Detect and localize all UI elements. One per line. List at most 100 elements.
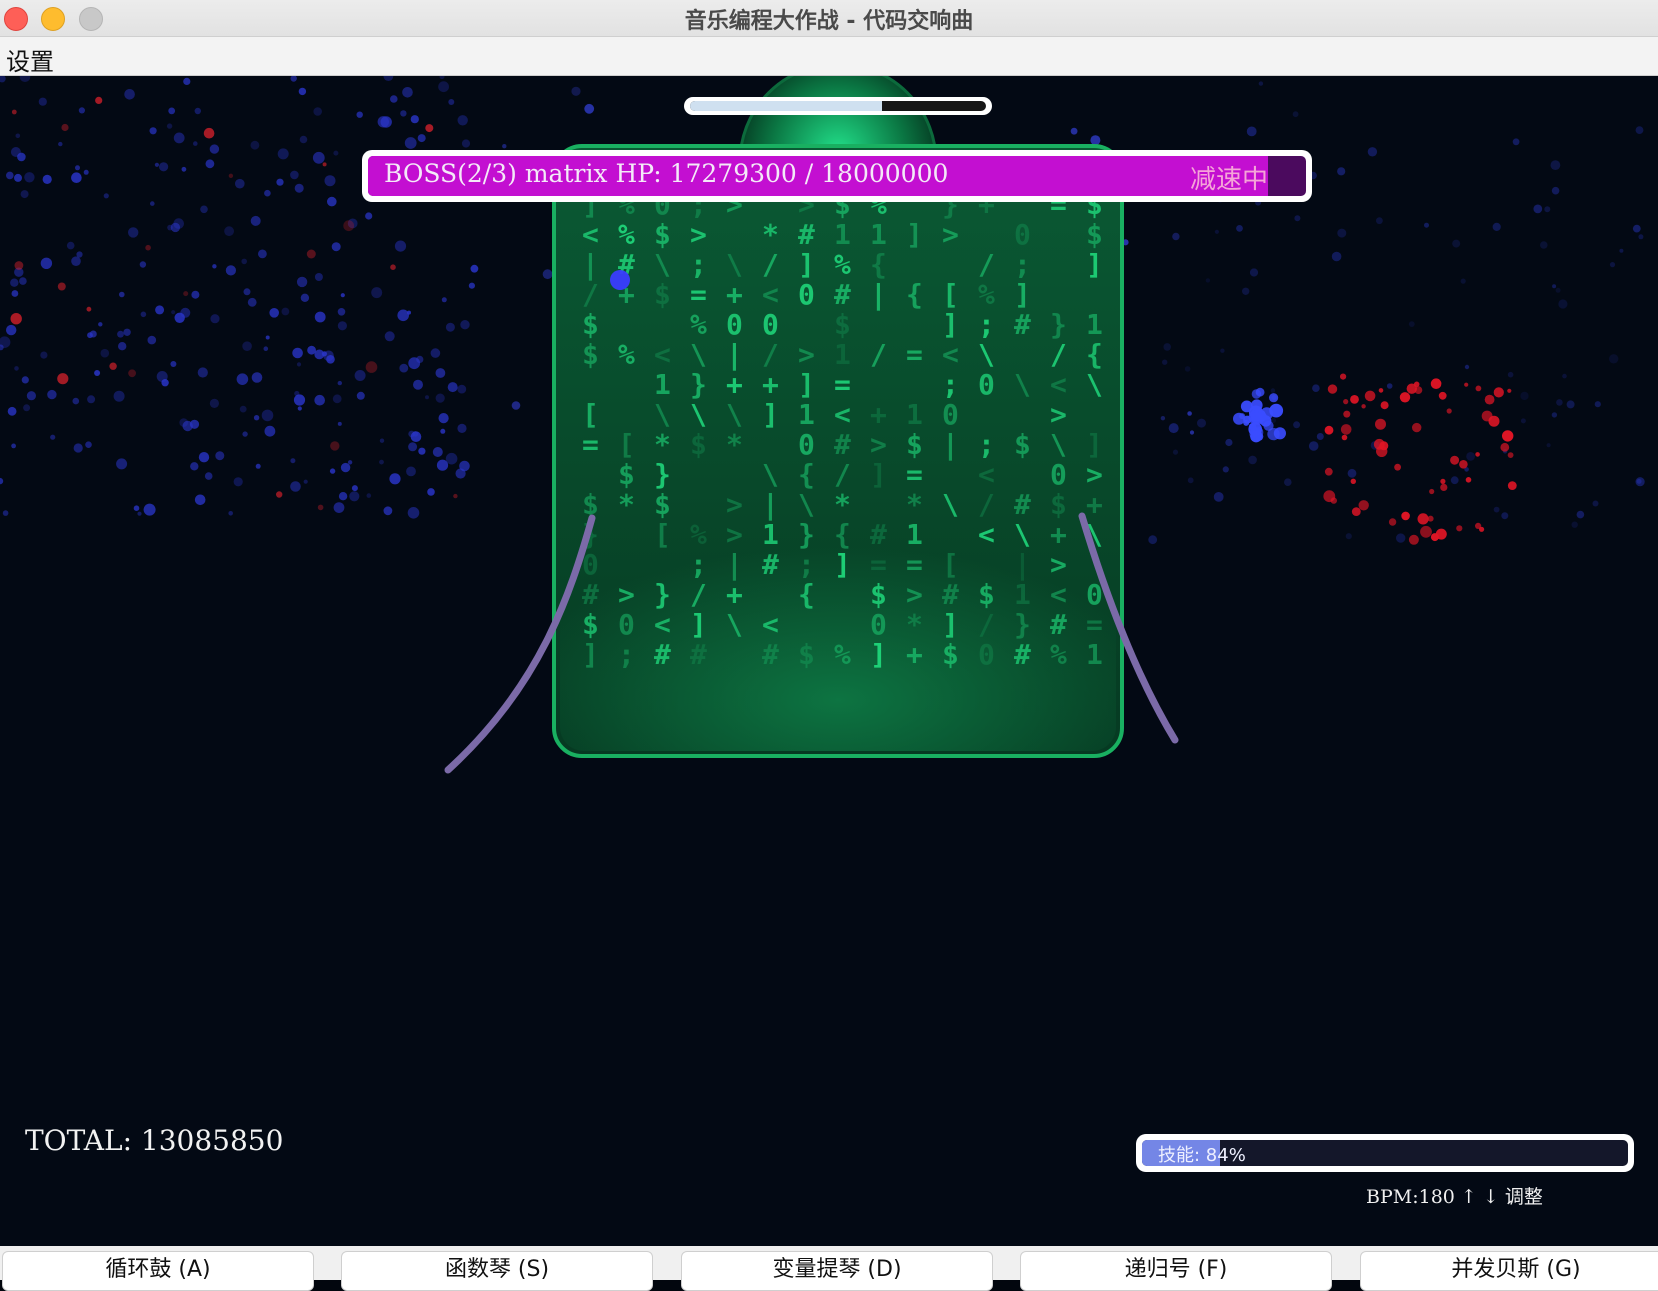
matrix-glyph: * (906, 488, 923, 521)
particle (1246, 126, 1257, 137)
game-stage[interactable]: ] < | / $ $[= $} 0 # $]%% # +%[$ * >0; 0 $ \ $ <1 \ *} $[} < #;… (0, 76, 1658, 1246)
matrix-glyph: 1 (906, 398, 923, 431)
particle (351, 485, 358, 492)
instrument-button-concurrent-bass[interactable]: 并发贝斯 (G) (1360, 1251, 1658, 1291)
particle (314, 394, 326, 406)
particle (470, 264, 479, 273)
particle (407, 507, 420, 519)
particle (1090, 135, 1101, 146)
particle (1213, 492, 1224, 502)
particle (1187, 411, 1192, 416)
particle (313, 107, 323, 116)
matrix-glyph: 0 (618, 608, 635, 641)
instrument-button-loop-drum[interactable]: 循环鼓 (A) (2, 1251, 314, 1291)
particle (155, 305, 165, 315)
particle (42, 174, 52, 184)
instrument-button-recursion-horn[interactable]: 递归号 (F) (1020, 1251, 1332, 1291)
particle (408, 442, 418, 452)
particle (390, 95, 398, 103)
particle (418, 447, 426, 455)
matrix-glyph: ] (942, 608, 959, 641)
particle (1347, 468, 1357, 478)
particle (290, 458, 296, 464)
particle (1378, 388, 1384, 393)
matrix-glyph: < (1050, 578, 1067, 611)
particle (410, 115, 419, 124)
particle (1189, 430, 1195, 435)
particle (1351, 507, 1361, 516)
particle (340, 462, 351, 473)
particle (1270, 388, 1276, 393)
matrix-glyph: [ (942, 278, 959, 311)
particle (123, 328, 131, 336)
particle (19, 76, 31, 82)
particle (1255, 387, 1265, 397)
matrix-glyph: $ (906, 428, 923, 461)
instrument-button-variable-violin[interactable]: 变量提琴 (D) (681, 1251, 993, 1291)
matrix-glyph: % (1050, 638, 1067, 671)
particle (1452, 239, 1461, 248)
particle (1220, 348, 1225, 353)
matrix-glyph: < (762, 278, 779, 311)
matrix-glyph: \ (726, 248, 743, 281)
matrix-glyph: ] (1086, 248, 1103, 281)
instrument-button-function-piano[interactable]: 函数琴 (S) (341, 1251, 653, 1291)
particle (253, 415, 260, 421)
particle (26, 391, 36, 401)
particle (511, 401, 521, 410)
particle (1172, 232, 1180, 241)
particle (205, 159, 215, 169)
matrix-glyph: 1 (870, 218, 887, 251)
particle (269, 308, 280, 318)
particle (1222, 466, 1229, 473)
particle (1450, 455, 1460, 465)
matrix-glyph: $ (942, 638, 959, 671)
menu-settings[interactable]: 设置 (6, 42, 54, 77)
particle (314, 311, 326, 323)
matrix-glyph: # (798, 218, 815, 251)
matrix-glyph: | (726, 338, 743, 371)
matrix-glyph: 1 (654, 368, 671, 401)
particle (0, 336, 11, 348)
matrix-glyph: { (798, 578, 815, 611)
particle (337, 421, 342, 426)
particle (1162, 359, 1168, 365)
particle (14, 366, 19, 371)
matrix-glyph: { (906, 278, 923, 311)
particle (1592, 500, 1599, 507)
particle (1239, 413, 1246, 420)
particle (173, 132, 185, 144)
particle (331, 242, 341, 252)
particle (118, 342, 127, 351)
particle (6, 171, 14, 180)
particle (116, 458, 128, 470)
particle (438, 81, 449, 93)
particle (1168, 423, 1179, 434)
particle (1148, 535, 1158, 545)
particle (154, 162, 159, 167)
particle (1070, 127, 1078, 135)
particle (408, 357, 421, 370)
matrix-glyph: < (834, 398, 851, 431)
particle (1493, 387, 1504, 398)
particle (1424, 222, 1429, 228)
matrix-glyph: = (1086, 608, 1103, 641)
particle (1250, 412, 1263, 425)
particle (40, 257, 53, 269)
matrix-glyph: % (834, 248, 851, 281)
particle (255, 463, 261, 469)
particle (1172, 449, 1179, 455)
particle (1408, 321, 1415, 327)
particle (50, 434, 56, 440)
matrix-glyph: | (726, 548, 743, 581)
matrix-glyph: = (906, 458, 923, 491)
matrix-glyph: | (762, 488, 779, 521)
game-scene: ]<|/$$[=$}0#$]%%#+%[$*>0;0$\$<1\*}$[}<#;… (0, 76, 1645, 774)
particle (394, 240, 407, 252)
particle (312, 151, 325, 164)
window-titlebar: 音乐编程大作战 - 代码交响曲 (0, 0, 1658, 37)
boss-timer-bar (684, 97, 992, 115)
particle (168, 107, 176, 115)
matrix-glyph: } (798, 518, 815, 551)
particle (340, 293, 345, 298)
